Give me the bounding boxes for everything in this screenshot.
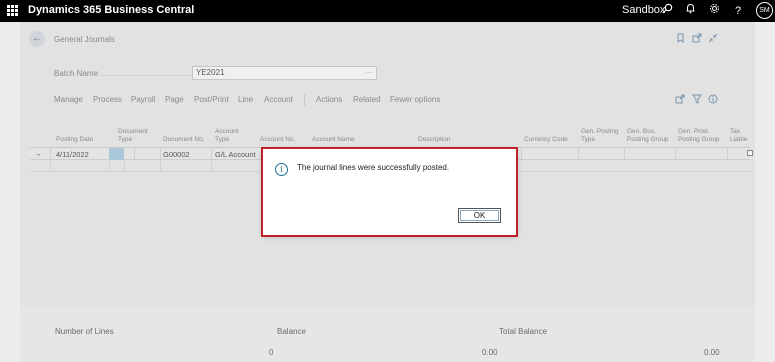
action-manage[interactable]: Manage	[54, 95, 83, 104]
batch-name-label: Batch Name	[54, 69, 99, 78]
share-icon[interactable]	[692, 33, 702, 46]
totals-footer: Number of Lines Balance Total Balance 0 …	[20, 306, 755, 362]
column-posting-date[interactable]: Posting Date	[56, 136, 93, 144]
column-account-no[interactable]: Account No.	[260, 136, 295, 144]
cell-divider	[211, 148, 212, 160]
cell-divider	[727, 148, 728, 160]
column-document-type[interactable]: Document Type	[118, 128, 152, 144]
back-arrow-icon[interactable]: ←	[29, 31, 45, 47]
action-post-print[interactable]: Post/Print	[194, 95, 229, 104]
posting-date-cell[interactable]: 4/11/2022	[56, 150, 89, 159]
highlight-frame	[261, 147, 518, 237]
search-icon[interactable]	[662, 3, 673, 19]
balance-value: 0.00	[482, 348, 498, 357]
batch-name-field[interactable]: YE2021 ···	[192, 66, 377, 80]
app-bar: Dynamics 365 Business Central Sandbox ? …	[0, 0, 775, 22]
column-account-name[interactable]: Account Name	[312, 136, 355, 144]
lookup-button[interactable]: ···	[365, 67, 373, 79]
column-account-type[interactable]: Account Type	[215, 128, 245, 144]
gear-icon[interactable]	[709, 3, 720, 19]
cell-divider	[50, 148, 51, 160]
cell-divider	[521, 148, 522, 160]
action-related[interactable]: Related	[353, 95, 381, 104]
action-page[interactable]: Page	[165, 95, 184, 104]
total-balance-label: Total Balance	[499, 327, 548, 336]
action-separator	[304, 94, 305, 106]
tax-liable-checkbox[interactable]	[747, 150, 753, 156]
cell-divider	[160, 160, 161, 172]
bell-icon[interactable]	[685, 3, 696, 19]
action-fewer-options[interactable]: Fewer options	[390, 95, 440, 104]
cell-divider	[124, 160, 125, 172]
help-icon[interactable]: ?	[735, 3, 741, 19]
cell-divider	[160, 148, 161, 160]
action-account[interactable]: Account	[264, 95, 293, 104]
cell-divider	[50, 160, 51, 172]
row-arrow-icon: →	[34, 149, 42, 158]
bookmark-icon[interactable]	[676, 33, 685, 46]
action-process[interactable]: Process	[93, 95, 122, 104]
column-description[interactable]: Description	[418, 136, 451, 144]
environment-label: Sandbox	[622, 4, 666, 16]
cell-divider	[578, 148, 579, 160]
batch-name-value: YE2021	[196, 68, 225, 77]
column-document-no[interactable]: Document No.	[163, 136, 205, 144]
cell-divider	[134, 148, 135, 160]
grid-header: Posting Date Document Type Document No. …	[30, 126, 750, 148]
app-title[interactable]: Dynamics 365 Business Central	[28, 4, 194, 16]
info-circle-icon[interactable]	[708, 94, 718, 106]
number-of-lines-value: 0	[269, 348, 274, 357]
selected-cell[interactable]	[109, 148, 124, 160]
action-line[interactable]: Line	[238, 95, 253, 104]
share-icon[interactable]	[675, 94, 685, 106]
page-title: General Journals	[54, 35, 115, 44]
filter-icon[interactable]	[692, 94, 702, 106]
cell-divider	[109, 160, 110, 172]
cell-divider	[675, 148, 676, 160]
number-of-lines-label: Number of Lines	[55, 327, 114, 336]
avatar[interactable]: SM	[756, 2, 773, 19]
action-actions[interactable]: Actions	[316, 95, 342, 104]
action-payroll[interactable]: Payroll	[131, 95, 155, 104]
document-no-cell[interactable]: G00002	[163, 150, 190, 159]
column-gen-prod-posting-group[interactable]: Gen. Prod. Posting Group	[678, 128, 724, 144]
balance-label: Balance	[277, 327, 306, 336]
total-balance-value: 0.00	[704, 348, 720, 357]
collapse-icon[interactable]	[708, 33, 718, 46]
waffle-icon[interactable]	[7, 5, 18, 16]
cell-divider	[624, 148, 625, 160]
column-tax-liable[interactable]: Tax Liable	[730, 128, 750, 144]
column-gen-posting-type[interactable]: Gen. Posting Type	[581, 128, 621, 144]
account-type-cell[interactable]: G/L Account	[215, 150, 256, 159]
field-leader	[100, 75, 192, 76]
column-gen-bus-posting-group[interactable]: Gen. Bus. Posting Group	[627, 128, 673, 144]
cell-divider	[211, 160, 212, 172]
column-currency-code[interactable]: Currency Code	[524, 136, 568, 144]
